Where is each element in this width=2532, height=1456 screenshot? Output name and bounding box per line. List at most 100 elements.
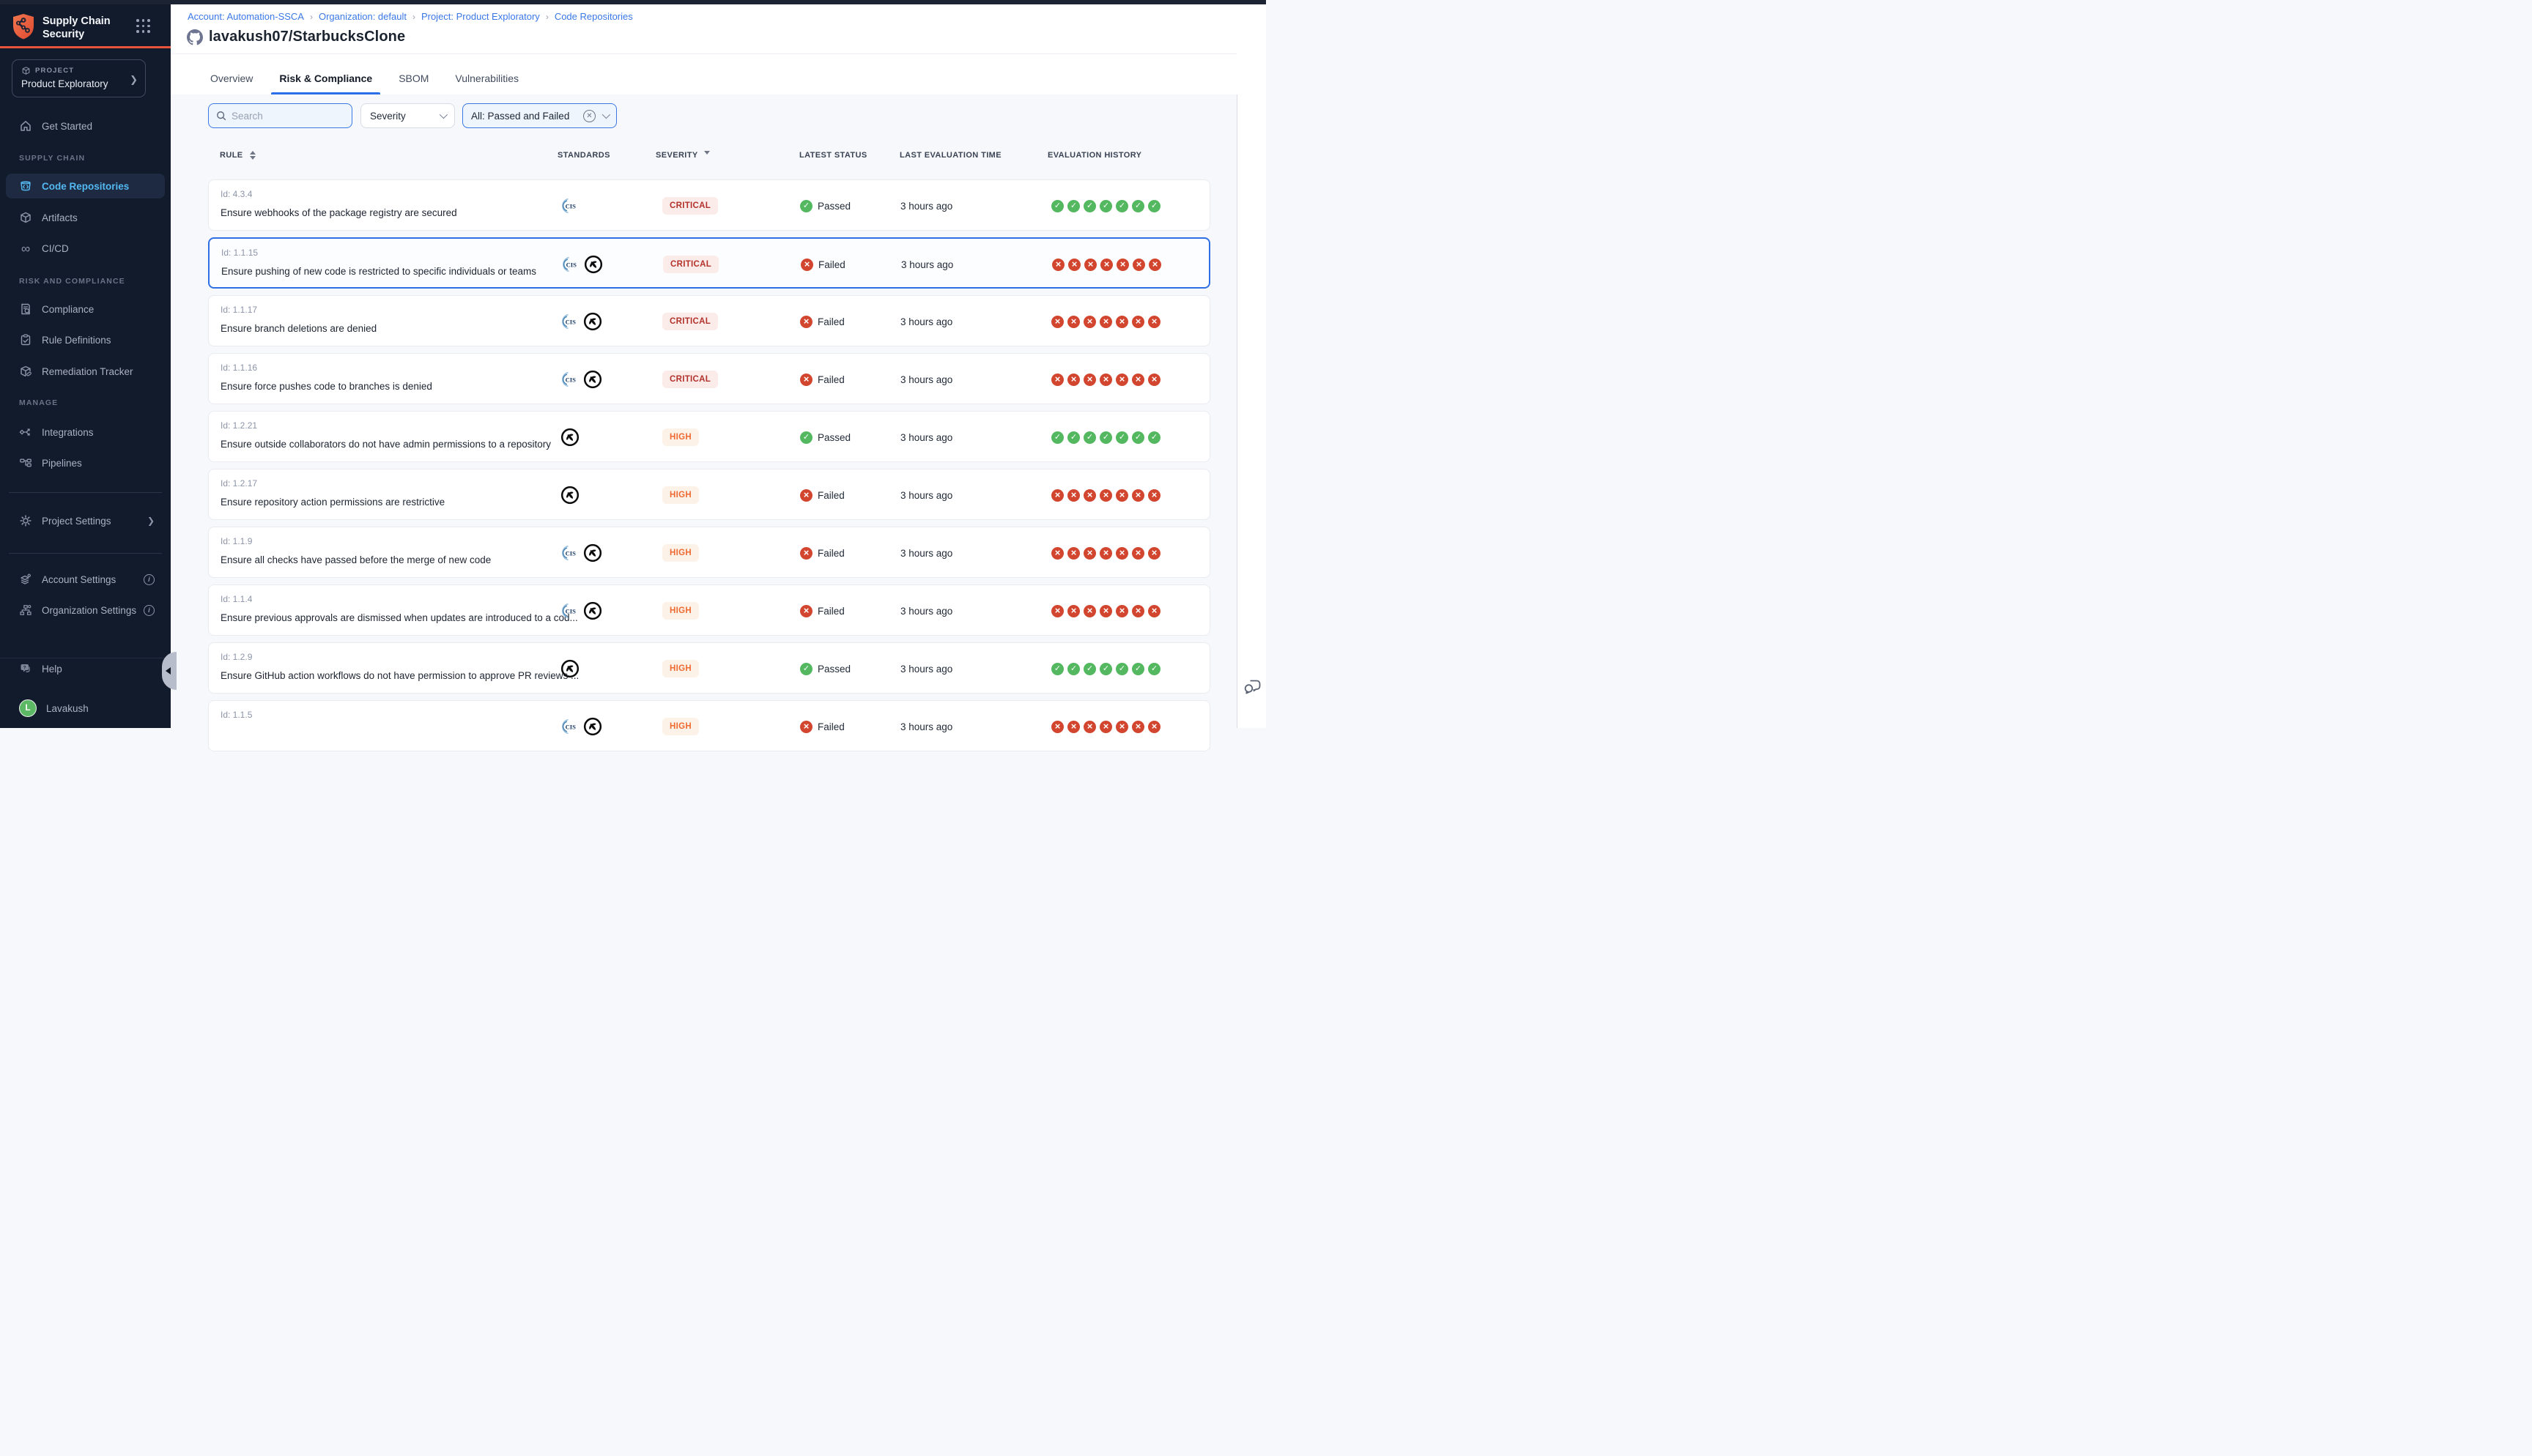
column-header-latest-status: LATEST STATUS xyxy=(799,151,867,160)
sidebar-item-pipelines[interactable]: Pipelines xyxy=(6,450,165,475)
chevron-right-icon: ❯ xyxy=(147,516,155,526)
svg-text:CIS: CIS xyxy=(566,261,577,269)
info-icon[interactable]: i xyxy=(144,605,155,616)
feedback-chat-icon[interactable] xyxy=(1243,677,1262,696)
history-failed-icon: × xyxy=(1067,605,1080,617)
sidebar-item-get-started[interactable]: Get Started xyxy=(6,114,165,138)
history-passed-icon: ✓ xyxy=(1148,200,1160,212)
project-eyebrow-label: PROJECT xyxy=(35,67,74,75)
breadcrumb-account-link[interactable]: Account: Automation-SSCA xyxy=(188,11,304,22)
page-header: Account: Automation-SSCA› Organization: … xyxy=(171,4,1266,94)
rule-row[interactable]: Id: 4.3.4Ensure webhooks of the package … xyxy=(208,179,1210,231)
sidebar-item-artifacts[interactable]: Artifacts xyxy=(6,205,165,230)
evaluation-history-cell: ××××××× xyxy=(1051,585,1160,636)
brand-divider xyxy=(0,46,171,48)
history-failed-icon: × xyxy=(1100,374,1112,386)
info-icon[interactable]: i xyxy=(144,574,155,585)
last-evaluation-time: 3 hours ago xyxy=(900,527,952,579)
standards-cell: CIS xyxy=(560,180,578,231)
project-switcher[interactable]: PROJECT Product Exploratory ❯ xyxy=(12,59,146,97)
rule-id: Id: 1.1.4 xyxy=(221,594,252,604)
history-failed-icon: × xyxy=(1148,374,1160,386)
rule-id: Id: 1.1.17 xyxy=(221,305,257,315)
history-failed-icon: × xyxy=(1148,489,1160,502)
code-repo-icon xyxy=(19,179,32,193)
clear-filter-icon[interactable]: ✕ xyxy=(583,110,596,122)
sidebar-item-organization-settings[interactable]: Organization Settings i xyxy=(6,598,165,623)
breadcrumb-organization-link[interactable]: Organization: default xyxy=(319,11,407,22)
tab-risk-compliance[interactable]: Risk & Compliance xyxy=(277,62,374,94)
latest-status-cell: ×Failed xyxy=(801,239,845,290)
history-passed-icon: ✓ xyxy=(1100,200,1112,212)
sidebar-item-project-settings[interactable]: Project Settings ❯ xyxy=(6,508,165,533)
rule-row[interactable]: Id: 1.1.16Ensure force pushes code to br… xyxy=(208,353,1210,404)
apps-grid-icon[interactable] xyxy=(136,19,151,34)
rule-name: Ensure previous approvals are dismissed … xyxy=(221,612,578,623)
rule-row[interactable]: Id: 1.2.9Ensure GitHub action workflows … xyxy=(208,642,1210,694)
status-label: Passed xyxy=(818,432,851,443)
rule-row[interactable]: Id: 1.2.21Ensure outside collaborators d… xyxy=(208,411,1210,462)
rule-row[interactable]: Id: 1.1.4 Ensure previous approvals are d… xyxy=(208,584,1210,636)
integration-icon xyxy=(19,426,32,439)
sidebar-item-cicd[interactable]: ∞ CI/CD xyxy=(6,236,165,261)
history-passed-icon: ✓ xyxy=(1051,431,1064,444)
status-filter-dropdown[interactable]: All: Passed and Failed ✕ xyxy=(462,103,617,128)
tab-sbom[interactable]: SBOM xyxy=(396,62,431,94)
standard-owasp-icon xyxy=(583,370,602,389)
breadcrumb-project-link[interactable]: Project: Product Exploratory xyxy=(421,11,540,22)
tab-vulnerabilities[interactable]: Vulnerabilities xyxy=(453,62,521,94)
sidebar-divider xyxy=(9,492,162,493)
history-failed-icon: × xyxy=(1051,374,1064,386)
standards-cell xyxy=(560,412,580,463)
severity-filter-dropdown[interactable]: Severity xyxy=(360,103,455,128)
column-header-standards: STANDARDS xyxy=(558,151,610,160)
project-name: Product Exploratory xyxy=(21,78,138,89)
chevron-down-icon xyxy=(440,111,448,119)
user-avatar: L xyxy=(19,699,37,717)
severity-badge: CRITICAL xyxy=(662,197,718,215)
history-failed-icon: × xyxy=(1148,721,1160,733)
last-evaluation-time: 3 hours ago xyxy=(900,585,952,636)
history-failed-icon: × xyxy=(1100,259,1113,271)
sidebar-item-integrations[interactable]: Integrations xyxy=(6,420,165,445)
history-failed-icon: × xyxy=(1068,259,1081,271)
sidebar-item-remediation-tracker[interactable]: Remediation Tracker xyxy=(6,359,165,384)
sidebar-item-compliance[interactable]: Compliance xyxy=(6,297,165,322)
sidebar-section-risk-compliance: RISK AND COMPLIANCE xyxy=(19,277,125,286)
history-failed-icon: × xyxy=(1100,605,1112,617)
history-passed-icon: ✓ xyxy=(1100,663,1112,675)
sort-icon[interactable] xyxy=(250,151,256,160)
tab-overview[interactable]: Overview xyxy=(208,62,255,94)
latest-status-cell: ✓Passed xyxy=(800,412,851,463)
rule-row[interactable]: Id: 1.2.17Ensure repository action permi… xyxy=(208,469,1210,520)
rule-row[interactable]: Id: 1.1.5CISHIGH×Failed3 hours ago××××××… xyxy=(208,700,1210,751)
history-failed-icon: × xyxy=(1067,489,1080,502)
standard-cis-icon: CIS xyxy=(560,718,578,735)
sidebar-item-label: Organization Settings xyxy=(42,605,136,616)
sort-desc-icon[interactable] xyxy=(704,151,710,155)
standards-cell: CIS xyxy=(560,527,602,579)
evaluation-history-cell: ××××××× xyxy=(1051,354,1160,405)
rule-row[interactable]: Id: 1.1.9Ensure all checks have passed b… xyxy=(208,527,1210,578)
latest-status-cell: ×Failed xyxy=(800,354,845,405)
history-passed-icon: ✓ xyxy=(1067,200,1080,212)
status-failed-icon: × xyxy=(800,605,812,617)
rule-row[interactable]: Id: 1.1.15Ensure pushing of new code is … xyxy=(208,237,1210,289)
history-failed-icon: × xyxy=(1116,316,1128,328)
rule-id: Id: 1.1.5 xyxy=(221,710,252,720)
rule-row[interactable]: Id: 1.1.17Ensure branch deletions are de… xyxy=(208,295,1210,346)
sidebar-user-menu[interactable]: L Lavakush xyxy=(6,696,165,721)
standard-owasp-icon xyxy=(583,601,602,620)
history-passed-icon: ✓ xyxy=(1084,663,1096,675)
sidebar-item-help[interactable]: ? Help xyxy=(6,656,165,681)
last-evaluation-time: 3 hours ago xyxy=(900,643,952,694)
search-input[interactable] xyxy=(232,111,334,122)
breadcrumb-code-repositories-link[interactable]: Code Repositories xyxy=(555,11,633,22)
latest-status-cell: ×Failed xyxy=(800,469,845,521)
sidebar-item-rule-definitions[interactable]: Rule Definitions xyxy=(6,327,165,352)
sidebar-item-account-settings[interactable]: Account Settings i xyxy=(6,567,165,592)
history-failed-icon: × xyxy=(1084,259,1097,271)
chevron-right-icon: ❯ xyxy=(130,74,138,86)
sidebar-item-label: Code Repositories xyxy=(42,181,129,192)
sidebar-item-code-repositories[interactable]: Code Repositories xyxy=(6,174,165,198)
